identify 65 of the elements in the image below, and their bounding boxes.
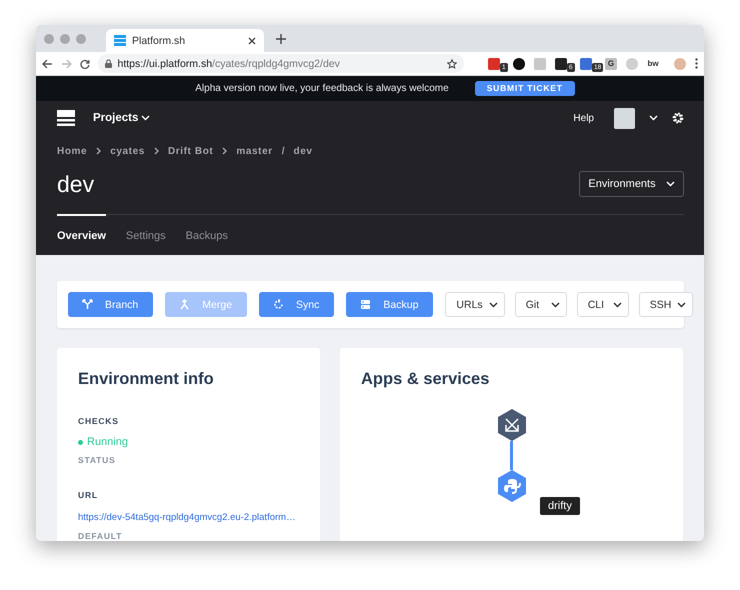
- chevron-right-icon: [96, 147, 102, 155]
- nav-tab[interactable]: Backups: [186, 214, 228, 255]
- breadcrumb-link[interactable]: Home: [57, 146, 88, 156]
- lock-icon: [104, 59, 112, 68]
- projects-menu[interactable]: Projects: [93, 112, 150, 124]
- chevron-right-icon: [154, 147, 159, 155]
- extension-icon[interactable]: bw: [647, 58, 659, 70]
- avatar-placeholder[interactable]: [614, 108, 635, 128]
- chevron-down-icon: [649, 115, 658, 121]
- chevron-down-icon: [141, 115, 150, 121]
- menu-icon[interactable]: [695, 58, 698, 69]
- server-icon: [360, 299, 372, 310]
- star-icon[interactable]: [447, 58, 457, 68]
- close-icon[interactable]: [248, 36, 256, 44]
- breadcrumb-link[interactable]: Drift Bot: [168, 146, 214, 156]
- stack-icon: [114, 35, 126, 46]
- environment-url-link[interactable]: https://dev-54ta5gq-rqpldg4gmvcg2.eu-2.platform…: [78, 512, 299, 523]
- page-title: dev: [57, 170, 94, 198]
- python-node-icon[interactable]: [496, 470, 528, 502]
- action-button[interactable]: Sync: [259, 292, 334, 317]
- settings-icon[interactable]: [672, 112, 684, 124]
- reload-icon[interactable]: [80, 58, 90, 68]
- browser-tab[interactable]: Platform.sh: [106, 29, 264, 52]
- action-button[interactable]: Backup: [346, 292, 434, 317]
- environments-dropdown[interactable]: Environments: [579, 171, 684, 197]
- status-text: Running: [87, 436, 128, 448]
- extension-icon[interactable]: G: [605, 58, 617, 70]
- action-button[interactable]: Branch: [68, 292, 154, 317]
- chevron-down-icon: [488, 302, 498, 308]
- sync-icon: [273, 299, 284, 310]
- dropdown-button[interactable]: Git: [514, 292, 567, 317]
- breadcrumb-link[interactable]: master: [236, 146, 273, 156]
- field-caption: STATUS: [78, 455, 117, 465]
- nav-tab[interactable]: Overview: [57, 214, 106, 255]
- chevron-down-icon: [550, 302, 560, 308]
- dropdown-button[interactable]: URLs: [445, 292, 505, 317]
- dropdown-button[interactable]: CLI: [576, 292, 629, 317]
- tooltip: drifty: [540, 497, 580, 515]
- chevron-down-icon: [666, 181, 675, 187]
- chevron-down-icon: [677, 302, 686, 308]
- branch-icon: [82, 299, 93, 310]
- back-icon[interactable]: [42, 58, 53, 68]
- logo-icon[interactable]: [57, 110, 75, 126]
- merge-icon: [179, 299, 190, 310]
- card-title: Environment info: [78, 370, 215, 389]
- help-link[interactable]: Help: [573, 112, 594, 124]
- extension-icon[interactable]: [513, 58, 525, 70]
- field-caption: DEFAULT: [78, 531, 124, 541]
- nav-tab[interactable]: Settings: [126, 214, 166, 255]
- dropdown-button[interactable]: SSH: [638, 292, 694, 317]
- banner-text: Alpha version now live, your feedback is always welcome: [195, 83, 449, 94]
- section-label: URL: [78, 490, 99, 500]
- address-bar[interactable]: https://ui.platform.sh/cyates/rqpldg4gmvcg2/dev: [98, 54, 464, 73]
- extension-icon[interactable]: [555, 58, 567, 70]
- chevron-right-icon: [222, 147, 228, 155]
- connector-line: [510, 441, 513, 470]
- submit-ticket-button[interactable]: SUBMIT TICKET: [474, 81, 575, 96]
- card-title: Apps & services: [361, 370, 490, 389]
- router-node-icon[interactable]: [496, 409, 528, 441]
- new-tab-icon[interactable]: [276, 34, 286, 44]
- section-label: CHECKS: [78, 416, 120, 426]
- breadcrumb-separator: /: [282, 146, 285, 156]
- chevron-down-icon: [612, 302, 622, 308]
- breadcrumb-link[interactable]: dev: [294, 146, 313, 156]
- breadcrumb-link[interactable]: cyates: [110, 146, 145, 156]
